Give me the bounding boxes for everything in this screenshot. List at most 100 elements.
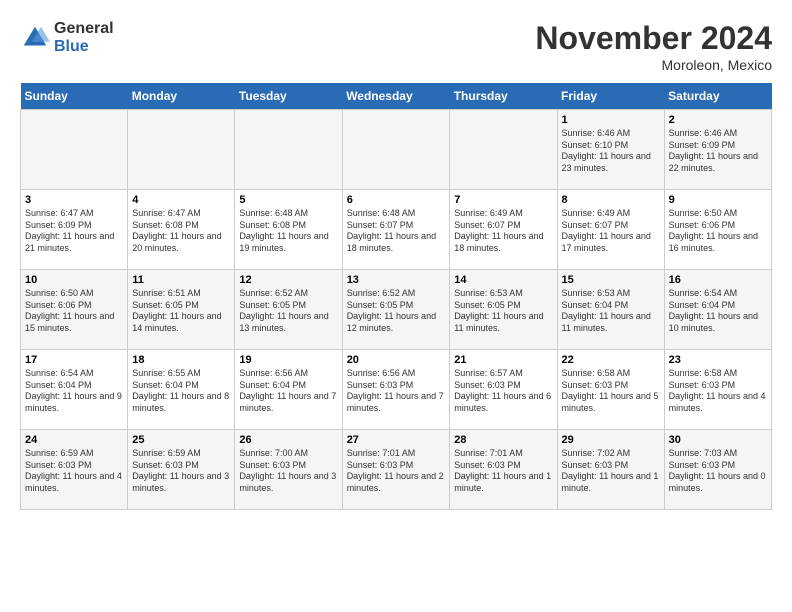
header-row: Sunday Monday Tuesday Wednesday Thursday… xyxy=(21,83,772,110)
day-info: Sunrise: 6:58 AM Sunset: 6:03 PM Dayligh… xyxy=(562,368,660,415)
calendar-cell: 21 Sunrise: 6:57 AM Sunset: 6:03 PM Dayli… xyxy=(450,350,557,430)
day-info: Sunrise: 6:47 AM Sunset: 6:08 PM Dayligh… xyxy=(132,208,230,255)
day-info: Sunrise: 6:56 AM Sunset: 6:04 PM Dayligh… xyxy=(239,368,337,415)
day-info: Sunrise: 6:59 AM Sunset: 6:03 PM Dayligh… xyxy=(25,448,123,495)
calendar-cell: 14 Sunrise: 6:53 AM Sunset: 6:05 PM Dayli… xyxy=(450,270,557,350)
day-number: 21 xyxy=(454,354,552,366)
logo-icon xyxy=(20,23,50,53)
calendar-cell: 15Sunrise: 6:53 AM Sunset: 6:04 PM Dayli… xyxy=(557,270,664,350)
calendar-cell: 27 Sunrise: 7:01 AM Sunset: 6:03 PM Dayli… xyxy=(342,430,450,510)
day-info: Sunrise: 6:54 AM Sunset: 6:04 PM Dayligh… xyxy=(25,368,123,415)
title-area: November 2024 Moroleon, Mexico xyxy=(535,20,772,73)
calendar-cell: 26 Sunrise: 7:00 AM Sunset: 6:03 PM Dayli… xyxy=(235,430,342,510)
day-info: Sunrise: 6:52 AM Sunset: 6:05 PM Dayligh… xyxy=(239,288,337,335)
calendar-cell: 3Sunrise: 6:47 AM Sunset: 6:09 PM Daylig… xyxy=(21,190,128,270)
calendar-week-row: 10Sunrise: 6:50 AM Sunset: 6:06 PM Dayli… xyxy=(21,270,772,350)
day-info: Sunrise: 7:00 AM Sunset: 6:03 PM Dayligh… xyxy=(239,448,337,495)
day-number: 8 xyxy=(562,194,660,206)
day-number: 13 xyxy=(347,274,446,286)
day-number: 15 xyxy=(562,274,660,286)
header-sunday: Sunday xyxy=(21,83,128,110)
day-info: Sunrise: 7:01 AM Sunset: 6:03 PM Dayligh… xyxy=(454,448,552,495)
calendar-cell: 30 Sunrise: 7:03 AM Sunset: 6:03 PM Dayli… xyxy=(664,430,771,510)
calendar-cell xyxy=(342,110,450,190)
day-number: 14 xyxy=(454,274,552,286)
calendar-cell: 25Sunrise: 6:59 AM Sunset: 6:03 PM Dayli… xyxy=(128,430,235,510)
day-info: Sunrise: 6:57 AM Sunset: 6:03 PM Dayligh… xyxy=(454,368,552,415)
calendar-cell xyxy=(235,110,342,190)
day-number: 30 xyxy=(669,434,767,446)
logo-blue-text: Blue xyxy=(54,38,114,56)
header-wednesday: Wednesday xyxy=(342,83,450,110)
day-number: 16 xyxy=(669,274,767,286)
calendar-cell xyxy=(450,110,557,190)
calendar-cell: 5 Sunrise: 6:48 AM Sunset: 6:08 PM Daylig… xyxy=(235,190,342,270)
calendar-table: Sunday Monday Tuesday Wednesday Thursday… xyxy=(20,83,772,510)
month-title: November 2024 xyxy=(535,20,772,57)
calendar-cell: 13Sunrise: 6:52 AM Sunset: 6:05 PM Dayli… xyxy=(342,270,450,350)
calendar-cell: 18 Sunrise: 6:55 AM Sunset: 6:04 PM Dayli… xyxy=(128,350,235,430)
logo-general-text: General xyxy=(54,20,114,38)
day-number: 24 xyxy=(25,434,123,446)
day-info: Sunrise: 7:02 AM Sunset: 6:03 PM Dayligh… xyxy=(562,448,660,495)
day-info: Sunrise: 7:01 AM Sunset: 6:03 PM Dayligh… xyxy=(347,448,446,495)
calendar-week-row: 1Sunrise: 6:46 AM Sunset: 6:10 PM Daylig… xyxy=(21,110,772,190)
calendar-body: 1Sunrise: 6:46 AM Sunset: 6:10 PM Daylig… xyxy=(21,110,772,510)
day-number: 23 xyxy=(669,354,767,366)
calendar-week-row: 3Sunrise: 6:47 AM Sunset: 6:09 PM Daylig… xyxy=(21,190,772,270)
calendar-cell: 22 Sunrise: 6:58 AM Sunset: 6:03 PM Dayli… xyxy=(557,350,664,430)
day-number: 22 xyxy=(562,354,660,366)
day-number: 18 xyxy=(132,354,230,366)
day-info: Sunrise: 6:53 AM Sunset: 6:05 PM Dayligh… xyxy=(454,288,552,335)
day-number: 2 xyxy=(669,114,767,126)
day-number: 19 xyxy=(239,354,337,366)
calendar-cell: 17 Sunrise: 6:54 AM Sunset: 6:04 PM Dayli… xyxy=(21,350,128,430)
day-number: 12 xyxy=(239,274,337,286)
day-info: Sunrise: 6:58 AM Sunset: 6:03 PM Dayligh… xyxy=(669,368,767,415)
day-info: Sunrise: 6:51 AM Sunset: 6:05 PM Dayligh… xyxy=(132,288,230,335)
calendar-cell: 20 Sunrise: 6:56 AM Sunset: 6:03 PM Dayli… xyxy=(342,350,450,430)
day-info: Sunrise: 6:59 AM Sunset: 6:03 PM Dayligh… xyxy=(132,448,230,495)
day-info: Sunrise: 6:56 AM Sunset: 6:03 PM Dayligh… xyxy=(347,368,446,415)
calendar-cell: 7 Sunrise: 6:49 AM Sunset: 6:07 PM Daylig… xyxy=(450,190,557,270)
day-info: Sunrise: 7:03 AM Sunset: 6:03 PM Dayligh… xyxy=(669,448,767,495)
day-info: Sunrise: 6:48 AM Sunset: 6:08 PM Dayligh… xyxy=(239,208,337,255)
calendar-cell: 4Sunrise: 6:47 AM Sunset: 6:08 PM Daylig… xyxy=(128,190,235,270)
location: Moroleon, Mexico xyxy=(535,57,772,73)
day-info: Sunrise: 6:48 AM Sunset: 6:07 PM Dayligh… xyxy=(347,208,446,255)
calendar-week-row: 24 Sunrise: 6:59 AM Sunset: 6:03 PM Dayli… xyxy=(21,430,772,510)
calendar-cell: 1Sunrise: 6:46 AM Sunset: 6:10 PM Daylig… xyxy=(557,110,664,190)
calendar-header: Sunday Monday Tuesday Wednesday Thursday… xyxy=(21,83,772,110)
calendar-cell: 19 Sunrise: 6:56 AM Sunset: 6:04 PM Dayli… xyxy=(235,350,342,430)
calendar-cell xyxy=(21,110,128,190)
day-number: 6 xyxy=(347,194,446,206)
day-number: 27 xyxy=(347,434,446,446)
day-number: 11 xyxy=(132,274,230,286)
day-number: 17 xyxy=(25,354,123,366)
calendar-cell: 8 Sunrise: 6:49 AM Sunset: 6:07 PM Daylig… xyxy=(557,190,664,270)
day-number: 3 xyxy=(25,194,123,206)
day-info: Sunrise: 6:54 AM Sunset: 6:04 PM Dayligh… xyxy=(669,288,767,335)
calendar-cell: 12 Sunrise: 6:52 AM Sunset: 6:05 PM Dayli… xyxy=(235,270,342,350)
logo-text: General Blue xyxy=(54,20,114,55)
calendar-cell: 29Sunrise: 7:02 AM Sunset: 6:03 PM Dayli… xyxy=(557,430,664,510)
day-info: Sunrise: 6:55 AM Sunset: 6:04 PM Dayligh… xyxy=(132,368,230,415)
day-number: 1 xyxy=(562,114,660,126)
day-number: 28 xyxy=(454,434,552,446)
calendar-cell: 24 Sunrise: 6:59 AM Sunset: 6:03 PM Dayli… xyxy=(21,430,128,510)
header-thursday: Thursday xyxy=(450,83,557,110)
header: General Blue November 2024 Moroleon, Mex… xyxy=(20,20,772,73)
day-info: Sunrise: 6:46 AM Sunset: 6:09 PM Dayligh… xyxy=(669,128,767,175)
day-number: 9 xyxy=(669,194,767,206)
day-number: 5 xyxy=(239,194,337,206)
day-number: 7 xyxy=(454,194,552,206)
day-info: Sunrise: 6:49 AM Sunset: 6:07 PM Dayligh… xyxy=(562,208,660,255)
calendar-week-row: 17 Sunrise: 6:54 AM Sunset: 6:04 PM Dayli… xyxy=(21,350,772,430)
day-info: Sunrise: 6:49 AM Sunset: 6:07 PM Dayligh… xyxy=(454,208,552,255)
day-number: 26 xyxy=(239,434,337,446)
day-number: 20 xyxy=(347,354,446,366)
header-monday: Monday xyxy=(128,83,235,110)
calendar-cell xyxy=(128,110,235,190)
logo: General Blue xyxy=(20,20,114,55)
header-saturday: Saturday xyxy=(664,83,771,110)
